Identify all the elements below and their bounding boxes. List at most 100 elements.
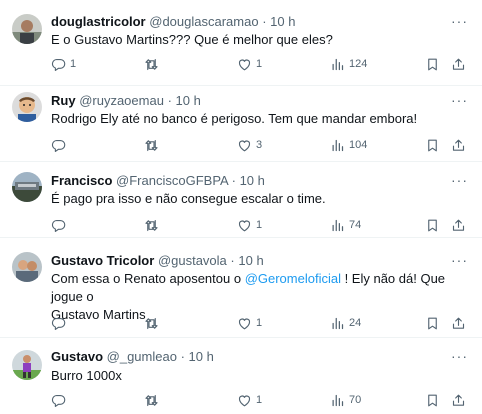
reply-icon bbox=[51, 316, 66, 331]
more-dots-icon[interactable]: ··· bbox=[451, 253, 468, 267]
retweet-icon bbox=[144, 57, 159, 72]
like-button[interactable]: 1 bbox=[237, 216, 262, 234]
retweet-icon bbox=[144, 138, 159, 153]
share-icon bbox=[451, 316, 466, 331]
tweet-text: E o Gustavo Martins??? Que é melhor que … bbox=[51, 32, 333, 47]
reply-button[interactable] bbox=[51, 216, 70, 234]
view-count: 74 bbox=[349, 219, 362, 231]
views-bar-icon bbox=[330, 393, 345, 408]
reply-button[interactable] bbox=[51, 391, 70, 409]
more-dots-icon[interactable]: ··· bbox=[451, 173, 468, 187]
like-button[interactable]: 1 bbox=[237, 314, 262, 332]
reply-count: 1 bbox=[70, 58, 77, 70]
reply-button[interactable]: 1 bbox=[51, 55, 76, 73]
share-button[interactable] bbox=[451, 136, 466, 154]
views-button[interactable]: 74 bbox=[330, 216, 361, 234]
separator-dot: · bbox=[167, 93, 172, 108]
reply-button[interactable] bbox=[51, 136, 70, 154]
avatar[interactable] bbox=[12, 14, 42, 44]
timestamp[interactable]: 10 h bbox=[176, 93, 201, 108]
more-dots-icon[interactable]: ··· bbox=[451, 349, 468, 363]
avatar[interactable] bbox=[12, 92, 42, 122]
bookmark-button[interactable] bbox=[425, 136, 440, 154]
retweet-button[interactable] bbox=[144, 136, 163, 154]
share-button[interactable] bbox=[451, 314, 466, 332]
tweet-header: Ruy @ruyzaoemau · 10 h bbox=[51, 93, 201, 109]
timestamp[interactable]: 10 h bbox=[240, 173, 265, 188]
display-name[interactable]: douglastricolor bbox=[51, 14, 146, 29]
display-name[interactable]: Francisco bbox=[51, 173, 112, 188]
user-handle[interactable]: @ruyzaoemau bbox=[79, 93, 164, 108]
separator-dot: · bbox=[180, 349, 185, 364]
tweet[interactable]: Ruy @ruyzaoemau · 10 h ··· Rodrigo Ely a… bbox=[0, 86, 482, 162]
share-button[interactable] bbox=[451, 55, 466, 73]
separator-dot: · bbox=[230, 253, 235, 268]
bookmark-icon bbox=[425, 316, 440, 331]
bookmark-icon bbox=[425, 138, 440, 153]
reply-button[interactable] bbox=[51, 314, 70, 332]
avatar[interactable] bbox=[12, 350, 42, 380]
share-icon bbox=[451, 57, 466, 72]
like-button[interactable]: 3 bbox=[237, 136, 262, 154]
views-button[interactable]: 124 bbox=[330, 55, 367, 73]
avatar[interactable] bbox=[12, 172, 42, 202]
action-bar: 3 104 bbox=[51, 136, 471, 154]
view-count: 124 bbox=[349, 58, 368, 70]
like-button[interactable]: 1 bbox=[237, 55, 262, 73]
user-handle[interactable]: @FranciscoGFBPA bbox=[116, 173, 228, 188]
timestamp[interactable]: 10 h bbox=[238, 253, 263, 268]
heart-icon bbox=[237, 57, 252, 72]
bookmark-button[interactable] bbox=[425, 391, 440, 409]
views-bar-icon bbox=[330, 57, 345, 72]
share-button[interactable] bbox=[451, 216, 466, 234]
user-handle[interactable]: @gustavola bbox=[158, 253, 227, 268]
reply-icon bbox=[51, 57, 66, 72]
retweet-button[interactable] bbox=[144, 55, 163, 73]
views-button[interactable]: 104 bbox=[330, 136, 367, 154]
user-handle[interactable]: @douglascaramao bbox=[149, 14, 258, 29]
heart-icon bbox=[237, 138, 252, 153]
tweet[interactable]: douglastricolor @douglascaramao · 10 h ·… bbox=[0, 0, 482, 86]
heart-icon bbox=[237, 218, 252, 233]
separator-dot: · bbox=[231, 173, 236, 188]
user-handle[interactable]: @_gumleao bbox=[107, 349, 177, 364]
mention-link[interactable]: @Geromeloficial bbox=[245, 271, 341, 286]
bookmark-button[interactable] bbox=[425, 55, 440, 73]
bookmark-button[interactable] bbox=[425, 314, 440, 332]
like-count: 1 bbox=[256, 219, 263, 231]
heart-icon bbox=[237, 316, 252, 331]
retweet-button[interactable] bbox=[144, 314, 163, 332]
more-dots-icon[interactable]: ··· bbox=[451, 93, 468, 107]
tweet[interactable]: Gustavo Tricolor @gustavola · 10 h ··· C… bbox=[0, 238, 482, 338]
bookmark-button[interactable] bbox=[425, 216, 440, 234]
tweet[interactable]: Francisco @FranciscoGFBPA · 10 h ··· É p… bbox=[0, 162, 482, 238]
tweet[interactable]: Gustavo @_gumleao · 10 h ··· Burro 1000x… bbox=[0, 338, 482, 414]
separator-dot: · bbox=[262, 14, 267, 29]
view-count: 24 bbox=[349, 317, 362, 329]
timestamp[interactable]: 10 h bbox=[270, 14, 295, 29]
heart-icon bbox=[237, 393, 252, 408]
tweet-text: Burro 1000x bbox=[51, 368, 122, 383]
views-button[interactable]: 24 bbox=[330, 314, 361, 332]
views-bar-icon bbox=[330, 218, 345, 233]
display-name[interactable]: Ruy bbox=[51, 93, 76, 108]
avatar[interactable] bbox=[12, 252, 42, 282]
more-dots-icon[interactable]: ··· bbox=[451, 14, 468, 28]
tweet-header: Francisco @FranciscoGFBPA · 10 h bbox=[51, 173, 265, 189]
share-button[interactable] bbox=[451, 391, 466, 409]
timestamp[interactable]: 10 h bbox=[189, 349, 214, 364]
views-button[interactable]: 70 bbox=[330, 391, 361, 409]
tweet-header: Gustavo @_gumleao · 10 h bbox=[51, 349, 214, 365]
share-icon bbox=[451, 393, 466, 408]
like-count: 1 bbox=[256, 394, 263, 406]
retweet-button[interactable] bbox=[144, 391, 163, 409]
retweet-button[interactable] bbox=[144, 216, 163, 234]
bookmark-icon bbox=[425, 393, 440, 408]
display-name[interactable]: Gustavo Tricolor bbox=[51, 253, 154, 268]
view-count: 104 bbox=[349, 139, 368, 151]
like-button[interactable]: 1 bbox=[237, 391, 262, 409]
tweet-header: douglastricolor @douglascaramao · 10 h bbox=[51, 14, 295, 30]
action-bar: 1 70 bbox=[51, 391, 471, 409]
retweet-icon bbox=[144, 316, 159, 331]
display-name[interactable]: Gustavo bbox=[51, 349, 103, 364]
